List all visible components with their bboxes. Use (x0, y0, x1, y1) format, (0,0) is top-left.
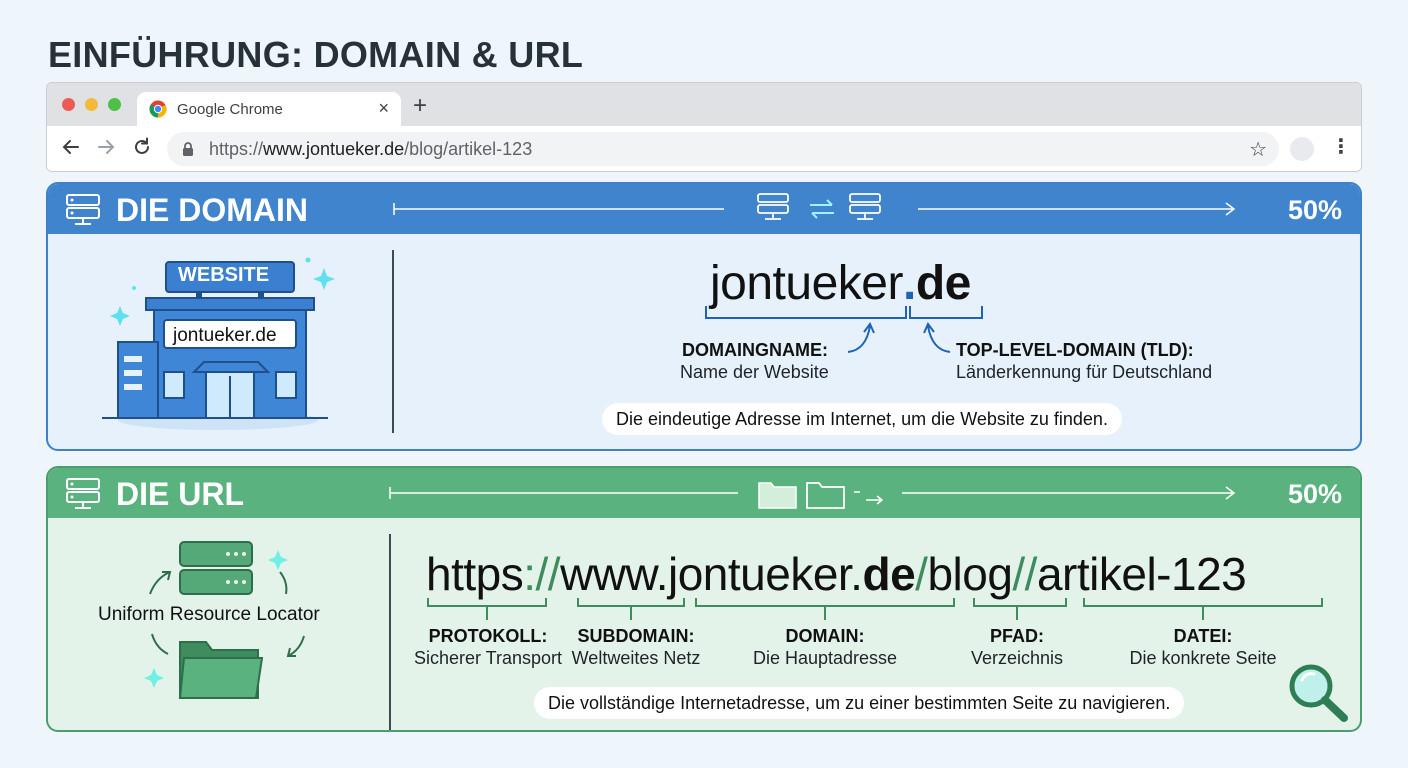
domain-caption: Die eindeutige Adresse im Internet, um d… (602, 403, 1122, 435)
close-window-button[interactable] (62, 98, 75, 111)
forward-arrow-icon[interactable] (95, 136, 117, 158)
avatar[interactable] (1290, 137, 1314, 161)
browser-toolbar: https://www.jontueker.de/blog/artikel-12… (47, 126, 1361, 171)
part-desc-path: Verzeichnis (970, 648, 1064, 668)
page-title: EINFÜHRUNG: DOMAIN & URL (48, 34, 584, 75)
url-caption: Die vollständige Internetadresse, um zu … (534, 687, 1185, 719)
tab-close-button[interactable]: × (378, 98, 389, 119)
part-label-file: DATEI: (1173, 626, 1233, 646)
tab-title: Google Chrome (177, 101, 283, 118)
tld-desc: Länderkennung für Deutschland (956, 362, 1213, 382)
minimize-window-button[interactable] (85, 98, 98, 111)
url-host: www.jontueker.de (263, 139, 405, 159)
domain-panel: DIE DOMAIN 50% WEBSITE jontueker.de jont… (46, 182, 1362, 451)
url-panel: DIE URL 50% Uniform Resource Locator htt… (46, 466, 1362, 732)
lock-icon (183, 142, 193, 156)
tld-label: TOP-LEVEL-DOMAIN (TLD): (956, 340, 1194, 360)
tab-bar: Google Chrome × + (47, 83, 1361, 126)
part-label-path: PFAD: (990, 626, 1044, 646)
back-arrow-icon[interactable] (60, 136, 82, 158)
chrome-logo-icon (149, 100, 167, 118)
star-icon[interactable]: ☆ (1249, 137, 1267, 162)
part-desc-subdomain: Weltweites Netz (571, 648, 701, 668)
reload-icon[interactable] (131, 136, 153, 158)
url-path: /blog/artikel-123 (404, 139, 533, 159)
maximize-window-button[interactable] (108, 98, 121, 111)
domainname-desc: Name der Website (680, 362, 829, 382)
url-text: https://www.jontueker.de/blog/artikel-12… (209, 139, 532, 160)
menu-icon[interactable]: ⋮ (1331, 134, 1351, 159)
browser-window: Google Chrome × + https://www.jontueker.… (46, 82, 1362, 172)
part-label-subdomain: SUBDOMAIN: (577, 626, 695, 646)
part-desc-file: Die konkrete Seite (1129, 648, 1277, 668)
part-label-domain: DOMAIN: (785, 626, 865, 646)
magnifier-icon (1289, 664, 1348, 722)
url-scheme: https:// (209, 139, 264, 159)
domainname-label: DOMAINGNAME: (682, 340, 828, 360)
new-tab-button[interactable]: + (413, 92, 427, 120)
part-desc-domain: Die Hauptadresse (752, 648, 898, 668)
address-bar[interactable]: https://www.jontueker.de/blog/artikel-12… (167, 132, 1279, 166)
browser-tab[interactable]: Google Chrome × (137, 92, 401, 126)
